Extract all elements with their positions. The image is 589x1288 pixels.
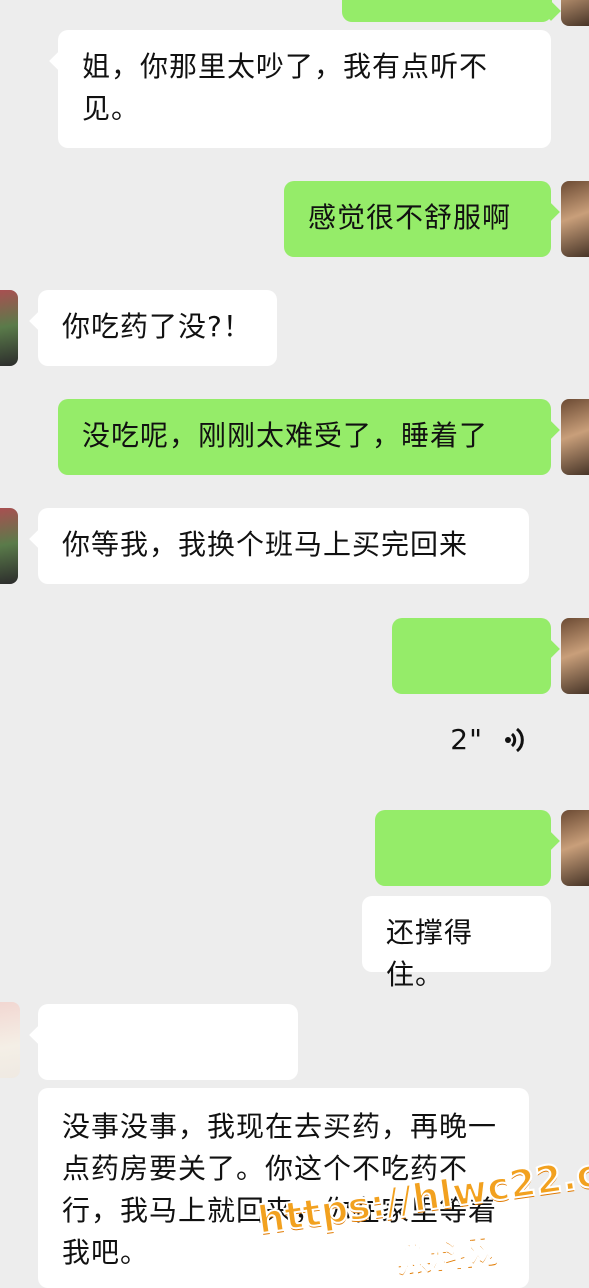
voice-message-received[interactable]: 8" [38, 1004, 298, 1142]
partial-sent-bubble[interactable] [342, 0, 552, 22]
avatar-self[interactable] [561, 0, 589, 26]
message-sent[interactable]: 感觉很不舒服啊 [284, 181, 551, 257]
avatar-contact[interactable] [0, 1002, 20, 1078]
voice-wave-icon [505, 727, 524, 753]
message-received[interactable]: 还撑得住。 [362, 896, 551, 991]
avatar-self[interactable] [561, 181, 589, 257]
avatar-self[interactable] [561, 810, 589, 886]
voice-duration: 2" [450, 723, 483, 756]
avatar-self[interactable] [561, 399, 589, 475]
avatar-contact[interactable] [0, 290, 18, 366]
avatar-contact[interactable] [0, 508, 18, 584]
message-received[interactable]: 你吃药了没?！ [38, 290, 277, 366]
message-received[interactable]: 你等我，我换个班马上买完回来 [38, 508, 529, 584]
voice-message-sent[interactable]: 2" [392, 618, 551, 756]
message-received[interactable]: 姐，你那里太吵了，我有点听不见。 [58, 30, 551, 148]
message-sent[interactable]: 没吃呢，刚刚太难受了，睡着了 [58, 399, 551, 475]
avatar-self[interactable] [561, 618, 589, 694]
voice-message-sent[interactable]: 3" [375, 810, 551, 948]
